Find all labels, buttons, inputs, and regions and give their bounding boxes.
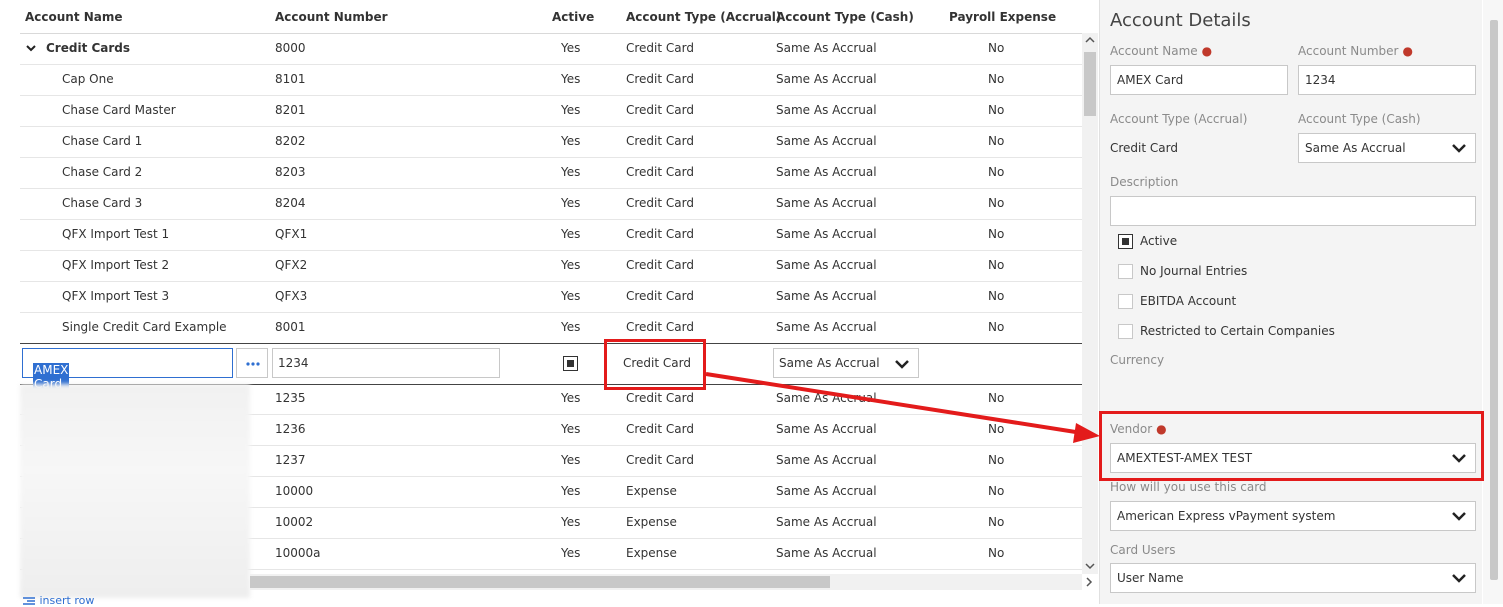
annotation-arrow <box>705 372 1100 443</box>
